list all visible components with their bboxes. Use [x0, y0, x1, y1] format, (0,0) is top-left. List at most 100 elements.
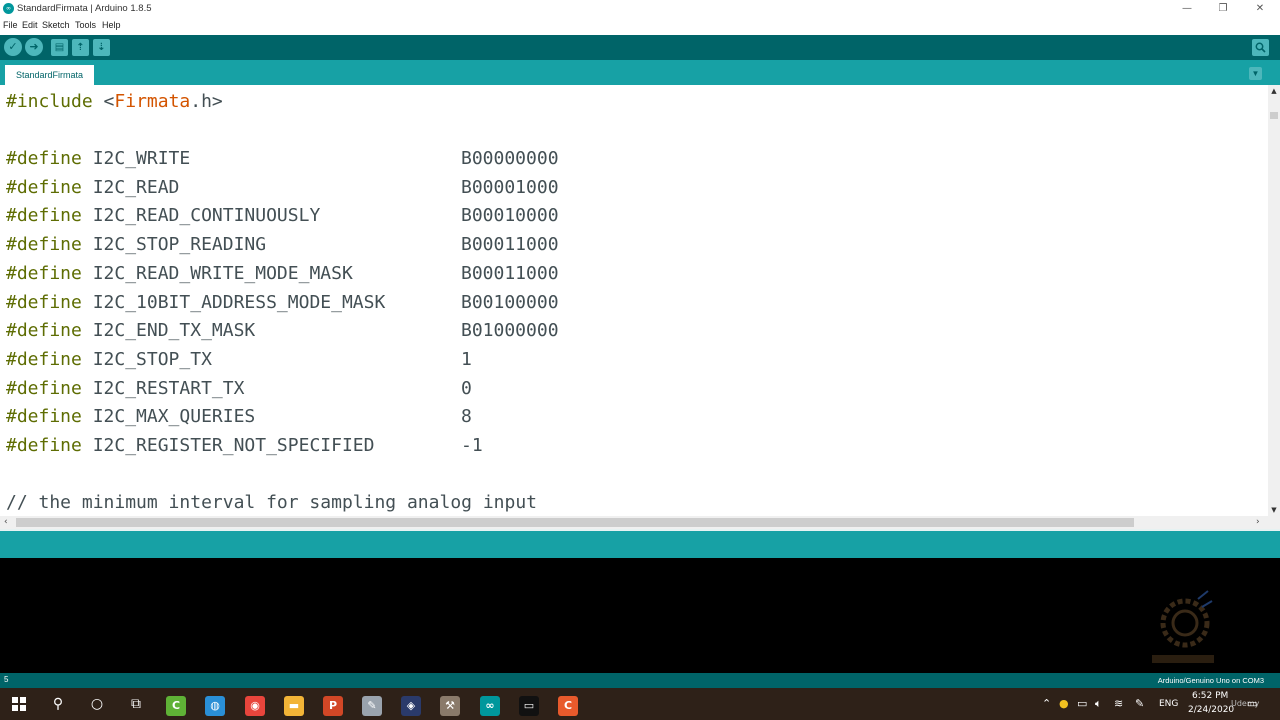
task-view-icon[interactable]: ⧉	[125, 694, 147, 714]
app-icon-dark[interactable]: ◈	[401, 696, 421, 716]
title-bar: ∞ StandardFirmata | Arduino 1.8.5 — ❐ ✕	[0, 0, 1280, 18]
scroll-right-icon[interactable]: ›	[1256, 516, 1260, 529]
code-line-define: #define I2C_RESTART_TX 0	[6, 377, 472, 406]
vertical-scroll-thumb[interactable]	[1270, 112, 1278, 119]
define-value: 0	[461, 377, 472, 399]
powerpoint-icon[interactable]: P	[323, 696, 343, 716]
menu-bar: File Edit Sketch Tools Help	[0, 18, 1280, 33]
menu-tools[interactable]: Tools	[75, 20, 96, 30]
scroll-up-icon[interactable]: ▲	[1268, 85, 1280, 97]
define-keyword: #define	[6, 148, 82, 169]
search-icon[interactable]: ⚲	[47, 694, 69, 714]
vertical-scrollbar[interactable]: ▲ ▼	[1268, 85, 1280, 516]
tray-chevron-icon[interactable]: ⌃	[1042, 697, 1051, 710]
scroll-down-icon[interactable]: ▼	[1268, 504, 1280, 516]
define-keyword: #define	[6, 406, 82, 428]
tool-app-icon[interactable]: ⚒	[440, 696, 460, 716]
define-value: B00011000	[461, 262, 559, 284]
wifi-icon[interactable]: ≋	[1114, 697, 1123, 710]
define-keyword: #define	[6, 435, 82, 456]
taskbar: ⚲ ○ ⧉ C ◍ ◉ ▬ P ✎ ◈ ⚒ ∞ ▭ C ⌃ ● ▭ 🔈︎ ≋ ✎ ENG 6:52 PM …	[0, 688, 1280, 720]
define-name: I2C_READ_WRITE_MODE_MASK	[92, 262, 353, 284]
define-value: B00011000	[461, 234, 559, 256]
new-button[interactable]: ▤	[51, 39, 68, 56]
define-keyword: #define	[6, 320, 82, 342]
define-keyword: #define	[6, 348, 82, 370]
message-area	[0, 529, 1280, 558]
file-explorer-icon[interactable]: ▬	[284, 696, 304, 716]
toolbar: ✓ ➜ ▤ ⇡ ⇣	[0, 35, 1280, 60]
language-indicator[interactable]: ENG	[1159, 699, 1178, 709]
watermark-logo-icon	[1152, 590, 1214, 663]
code-line-include: #include <Firmata.h>	[6, 91, 223, 119]
horizontal-scrollbar[interactable]: ‹ ›	[0, 516, 1268, 529]
menu-help[interactable]: Help	[102, 20, 121, 30]
tray-app-icon[interactable]: ●	[1059, 697, 1069, 710]
define-keyword: #define	[6, 234, 82, 256]
verify-button[interactable]: ✓	[4, 38, 22, 56]
paint-app-icon[interactable]: ✎	[362, 696, 382, 716]
chevron-down-icon[interactable]: ▼	[1249, 67, 1262, 80]
code-editor[interactable]: #include <Firmata.h> #define I2C_WRITE B0…	[0, 85, 1268, 516]
magnifier-icon	[1255, 42, 1266, 53]
code-line-define: #define I2C_END_TX_MASK B01000000	[6, 320, 559, 348]
globe-app-icon[interactable]: ◍	[205, 696, 225, 716]
tab-strip: StandardFirmata ▼	[0, 60, 1280, 85]
define-keyword: #define	[6, 262, 82, 284]
arduino-logo-icon: ∞	[3, 3, 14, 14]
code-line-define: #define I2C_READ_CONTINUOUSLY B00010000	[6, 205, 559, 233]
windows-start-icon[interactable]	[8, 694, 30, 714]
define-name: I2C_REGISTER_NOT_SPECIFIED	[92, 435, 375, 456]
define-value: B00001000	[461, 176, 559, 198]
code-line-define: #define I2C_STOP_TX 1	[6, 348, 472, 377]
horizontal-scroll-thumb[interactable]	[16, 518, 1134, 527]
terminal-icon[interactable]: ▭	[519, 696, 539, 716]
camtasia-icon[interactable]: C	[166, 696, 186, 716]
cortana-icon[interactable]: ○	[86, 694, 108, 714]
define-keyword: #define	[6, 377, 82, 399]
include-close: .h>	[190, 91, 223, 112]
volume-icon[interactable]: 🔈︎	[1095, 697, 1102, 711]
define-keyword: #define	[6, 205, 82, 227]
clock-date[interactable]: 2/24/2020	[1188, 705, 1234, 715]
scroll-corner	[1268, 516, 1280, 529]
pen-icon[interactable]: ✎	[1135, 697, 1144, 710]
upload-button[interactable]: ➜	[25, 38, 43, 56]
notification-icon[interactable]: ▭	[1247, 697, 1257, 710]
open-button[interactable]: ⇡	[72, 39, 89, 56]
define-name: I2C_WRITE	[92, 148, 191, 169]
define-value: -1	[461, 435, 483, 456]
window-title: StandardFirmata | Arduino 1.8.5	[17, 3, 152, 14]
define-name: I2C_READ	[92, 176, 180, 198]
code-line-define: #define I2C_MAX_QUERIES 8	[6, 406, 472, 434]
camtasia-recorder-icon[interactable]: C	[558, 696, 578, 716]
code-line-define: #define I2C_10BIT_ADDRESS_MODE_MASK B0010…	[6, 291, 559, 320]
status-bar: 5 Arduino/Genuino Uno on COM3	[0, 673, 1280, 688]
tab-standardfirmata[interactable]: StandardFirmata	[5, 65, 94, 85]
define-value: B00010000	[461, 205, 559, 227]
define-name: I2C_READ_CONTINUOUSLY	[92, 205, 321, 227]
code-line-define: #define I2C_READ B00001000	[6, 176, 559, 205]
chrome-icon[interactable]: ◉	[245, 696, 265, 716]
scroll-left-icon[interactable]: ‹	[4, 516, 8, 529]
menu-edit[interactable]: Edit	[22, 20, 38, 30]
arduino-taskbar-icon[interactable]: ∞	[480, 696, 500, 716]
close-icon[interactable]: ✕	[1243, 1, 1277, 16]
code-line-define: #define I2C_STOP_READING B00011000	[6, 234, 559, 262]
console-output	[0, 558, 1280, 673]
include-open: <	[92, 91, 115, 112]
define-name: I2C_10BIT_ADDRESS_MODE_MASK	[92, 291, 386, 313]
define-value: 1	[461, 348, 472, 370]
clock-time[interactable]: 6:52 PM	[1192, 691, 1228, 701]
restore-icon[interactable]: ❐	[1206, 1, 1240, 16]
save-button[interactable]: ⇣	[93, 39, 110, 56]
menu-file[interactable]: File	[3, 20, 18, 30]
code-line-define: #define I2C_WRITE B00000000	[6, 148, 559, 176]
define-keyword: #define	[6, 291, 82, 313]
define-name: I2C_RESTART_TX	[92, 377, 245, 399]
serial-monitor-button[interactable]	[1252, 39, 1269, 56]
battery-icon[interactable]: ▭	[1077, 697, 1087, 710]
menu-sketch[interactable]: Sketch	[42, 20, 70, 30]
code-line-comment: // the minimum interval for sampling ana…	[6, 492, 538, 513]
minimize-icon[interactable]: —	[1170, 1, 1204, 16]
